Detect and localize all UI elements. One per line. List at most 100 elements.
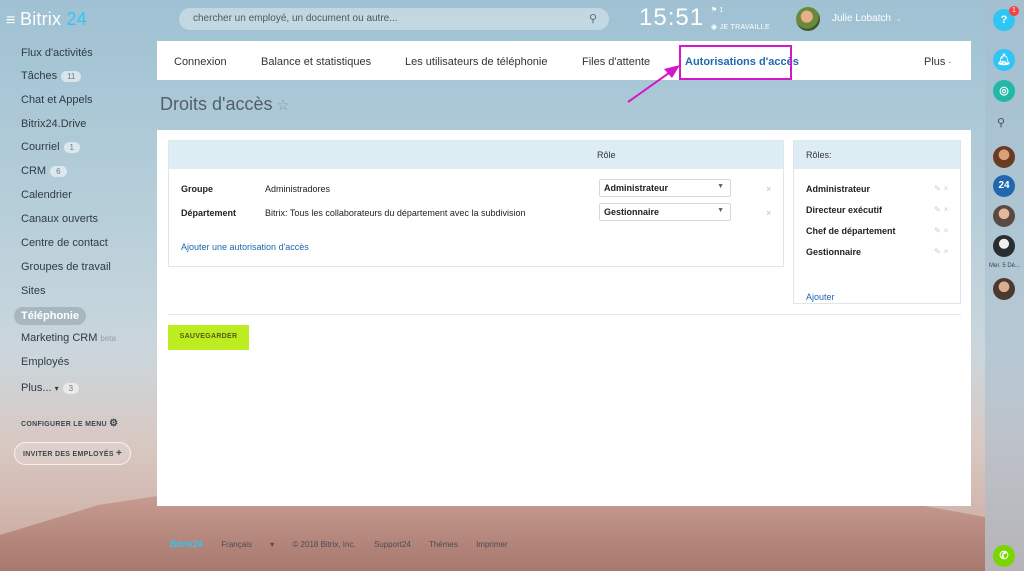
sidebar-item-telephony[interactable]: Téléphonie bbox=[14, 307, 87, 325]
add-access-permission-link[interactable]: Ajouter une autorisation d'accès bbox=[181, 242, 309, 252]
counter-badge: 1 bbox=[63, 141, 80, 153]
edit-icon[interactable]: ✎ bbox=[934, 184, 944, 193]
sidebar-item-tasks[interactable]: Tâches 11 bbox=[21, 70, 82, 82]
chevron-down-icon: ▾ bbox=[54, 384, 59, 393]
notifications-bell-icon[interactable]: 🔔︎ bbox=[993, 49, 1015, 71]
sidebar-item-drive[interactable]: Bitrix24.Drive bbox=[21, 118, 86, 130]
main-content: Rôle Groupe Administradores Administrate… bbox=[157, 130, 971, 506]
role-actions: ✎× bbox=[934, 205, 951, 214]
beta-tag: beta bbox=[100, 334, 116, 343]
clock[interactable]: 15:51 bbox=[639, 4, 704, 32]
flag-icon: ⚑ 1 bbox=[711, 7, 724, 14]
dropdown-caret-icon: ▼ bbox=[717, 207, 724, 214]
role-actions: ✎× bbox=[934, 247, 951, 256]
support-link[interactable]: Support24 bbox=[374, 540, 411, 549]
permissions-table-header: Rôle bbox=[169, 141, 783, 169]
counter-badge: 11 bbox=[61, 70, 82, 82]
telephony-tabs: Connexion Balance et statistiques Les ut… bbox=[157, 41, 971, 80]
search-icon[interactable]: ⚲ bbox=[997, 116, 1005, 129]
themes-link[interactable]: Thèmes bbox=[429, 540, 458, 549]
messenger-icon[interactable]: ◎ bbox=[993, 80, 1015, 102]
chevron-down-icon: - bbox=[948, 57, 952, 67]
role-actions: ✎× bbox=[934, 184, 951, 193]
edit-icon[interactable]: ✎ bbox=[934, 247, 944, 256]
hamburger-menu-icon[interactable]: ≡ bbox=[6, 12, 15, 30]
tab-balance[interactable]: Balance et statistiques bbox=[261, 56, 371, 68]
tab-connexion[interactable]: Connexion bbox=[174, 56, 227, 68]
edit-icon[interactable]: ✎ bbox=[934, 205, 944, 214]
user-menu[interactable]: Julie Lobatch ⌄ bbox=[832, 13, 902, 24]
tab-telephony-users[interactable]: Les utilisateurs de téléphonie bbox=[405, 56, 547, 68]
counter-badge: 6 bbox=[50, 165, 67, 177]
roles-panel: Rôles: Administrateur ✎× Directeur exécu… bbox=[793, 140, 961, 304]
roles-header: Rôles: bbox=[794, 141, 960, 169]
delete-icon[interactable]: × bbox=[944, 184, 952, 193]
add-role-link[interactable]: Ajouter bbox=[806, 292, 835, 302]
sidebar-item-open-channels[interactable]: Canaux ouverts bbox=[21, 213, 98, 225]
bitrix24-icon[interactable]: 24 bbox=[993, 175, 1015, 197]
annotation-arrow-icon bbox=[627, 65, 680, 103]
delete-icon[interactable]: × bbox=[944, 247, 952, 256]
remove-permission-button[interactable]: × bbox=[766, 184, 771, 194]
logo[interactable]: Bitrix 24 bbox=[20, 9, 87, 30]
date-label: Mer. 5 Dé... bbox=[988, 263, 1020, 269]
role-item[interactable]: Administrateur bbox=[806, 184, 870, 194]
divider bbox=[168, 314, 961, 315]
sidebar-item-marketing-crm[interactable]: Marketing CRM beta bbox=[21, 332, 116, 344]
plus-icon: + bbox=[116, 448, 123, 459]
contact-avatar[interactable] bbox=[993, 205, 1015, 227]
gear-icon: ⚙ bbox=[109, 418, 119, 429]
sidebar-item-calendar[interactable]: Calendrier bbox=[21, 189, 72, 201]
user-avatar[interactable] bbox=[796, 7, 820, 31]
print-link[interactable]: Imprimer bbox=[476, 540, 508, 549]
role-actions: ✎× bbox=[934, 226, 951, 235]
contact-avatar[interactable] bbox=[993, 235, 1015, 257]
dropdown-caret-icon: ▼ bbox=[717, 183, 724, 190]
sidebar-item-activity-stream[interactable]: Flux d'activités bbox=[21, 47, 93, 59]
tab-more[interactable]: Plus - bbox=[924, 56, 951, 68]
permission-type: Groupe bbox=[181, 184, 214, 194]
edit-icon[interactable]: ✎ bbox=[934, 226, 944, 235]
delete-icon[interactable]: × bbox=[944, 205, 952, 214]
role-item[interactable]: Directeur exécutif bbox=[806, 205, 882, 215]
permissions-table: Rôle Groupe Administradores Administrate… bbox=[168, 140, 784, 267]
configure-menu-button[interactable]: CONFIGURER LE MENU ⚙ bbox=[21, 418, 118, 429]
sidebar-item-mail[interactable]: Courriel 1 bbox=[21, 141, 80, 153]
copyright: © 2018 Bitrix, Inc. bbox=[292, 540, 356, 549]
delete-icon[interactable]: × bbox=[944, 226, 952, 235]
top-bar: ≡ Bitrix 24 chercher un employé, un docu… bbox=[0, 0, 985, 40]
star-icon[interactable]: ☆ bbox=[276, 97, 289, 114]
role-item[interactable]: Chef de département bbox=[806, 226, 896, 236]
permission-subject: Bitrix: Tous les collaborateurs du dépar… bbox=[265, 208, 526, 218]
search-input[interactable]: chercher un employé, un document ou autr… bbox=[179, 8, 609, 30]
sidebar-item-employees[interactable]: Employés bbox=[21, 356, 69, 368]
page-title: Droits d'accès ☆ bbox=[160, 94, 290, 114]
permission-subject: Administradores bbox=[265, 184, 331, 194]
role-column-header: Rôle bbox=[597, 150, 616, 160]
contact-avatar[interactable] bbox=[993, 146, 1015, 168]
search-icon[interactable]: ⚲ bbox=[589, 12, 597, 25]
invite-employees-button[interactable]: INVITER DES EMPLOYÉS + bbox=[14, 442, 132, 465]
sidebar-item-workgroups[interactable]: Groupes de travail bbox=[21, 261, 111, 273]
footer-logo: Bitrix24 bbox=[170, 539, 204, 549]
sidebar-item-contact-center[interactable]: Centre de contact bbox=[21, 237, 108, 249]
phone-icon[interactable]: ✆ bbox=[993, 545, 1015, 567]
contact-avatar[interactable] bbox=[993, 278, 1015, 300]
language-selector[interactable]: Français ▾ bbox=[221, 540, 274, 549]
sidebar-item-sites[interactable]: Sites bbox=[21, 285, 45, 297]
footer: Bitrix24 Français ▾ © 2018 Bitrix, Inc. … bbox=[170, 539, 524, 549]
role-select[interactable]: Administrateur ▼ bbox=[599, 179, 731, 197]
right-panel: ? 1 🔔︎ ◎ ⚲ 24 Mer. 5 Dé... ✆ bbox=[985, 0, 1024, 571]
role-select[interactable]: Gestionnaire ▼ bbox=[599, 203, 731, 221]
sidebar-item-more[interactable]: Plus... ▾ 3 bbox=[21, 382, 80, 394]
work-status[interactable]: ◉ JE TRAVAILLE bbox=[711, 23, 770, 31]
sidebar-item-crm[interactable]: CRM 6 bbox=[21, 165, 67, 177]
notification-badge: 1 bbox=[1009, 6, 1019, 16]
role-item[interactable]: Gestionnaire bbox=[806, 247, 861, 257]
chevron-down-icon: ⌄ bbox=[894, 13, 903, 23]
search-placeholder: chercher un employé, un document ou autr… bbox=[193, 13, 398, 24]
sidebar-item-chat[interactable]: Chat et Appels bbox=[21, 94, 93, 106]
save-button[interactable]: SAUVEGARDER bbox=[168, 325, 249, 350]
counter-badge: 3 bbox=[62, 382, 80, 394]
remove-permission-button[interactable]: × bbox=[766, 208, 771, 218]
